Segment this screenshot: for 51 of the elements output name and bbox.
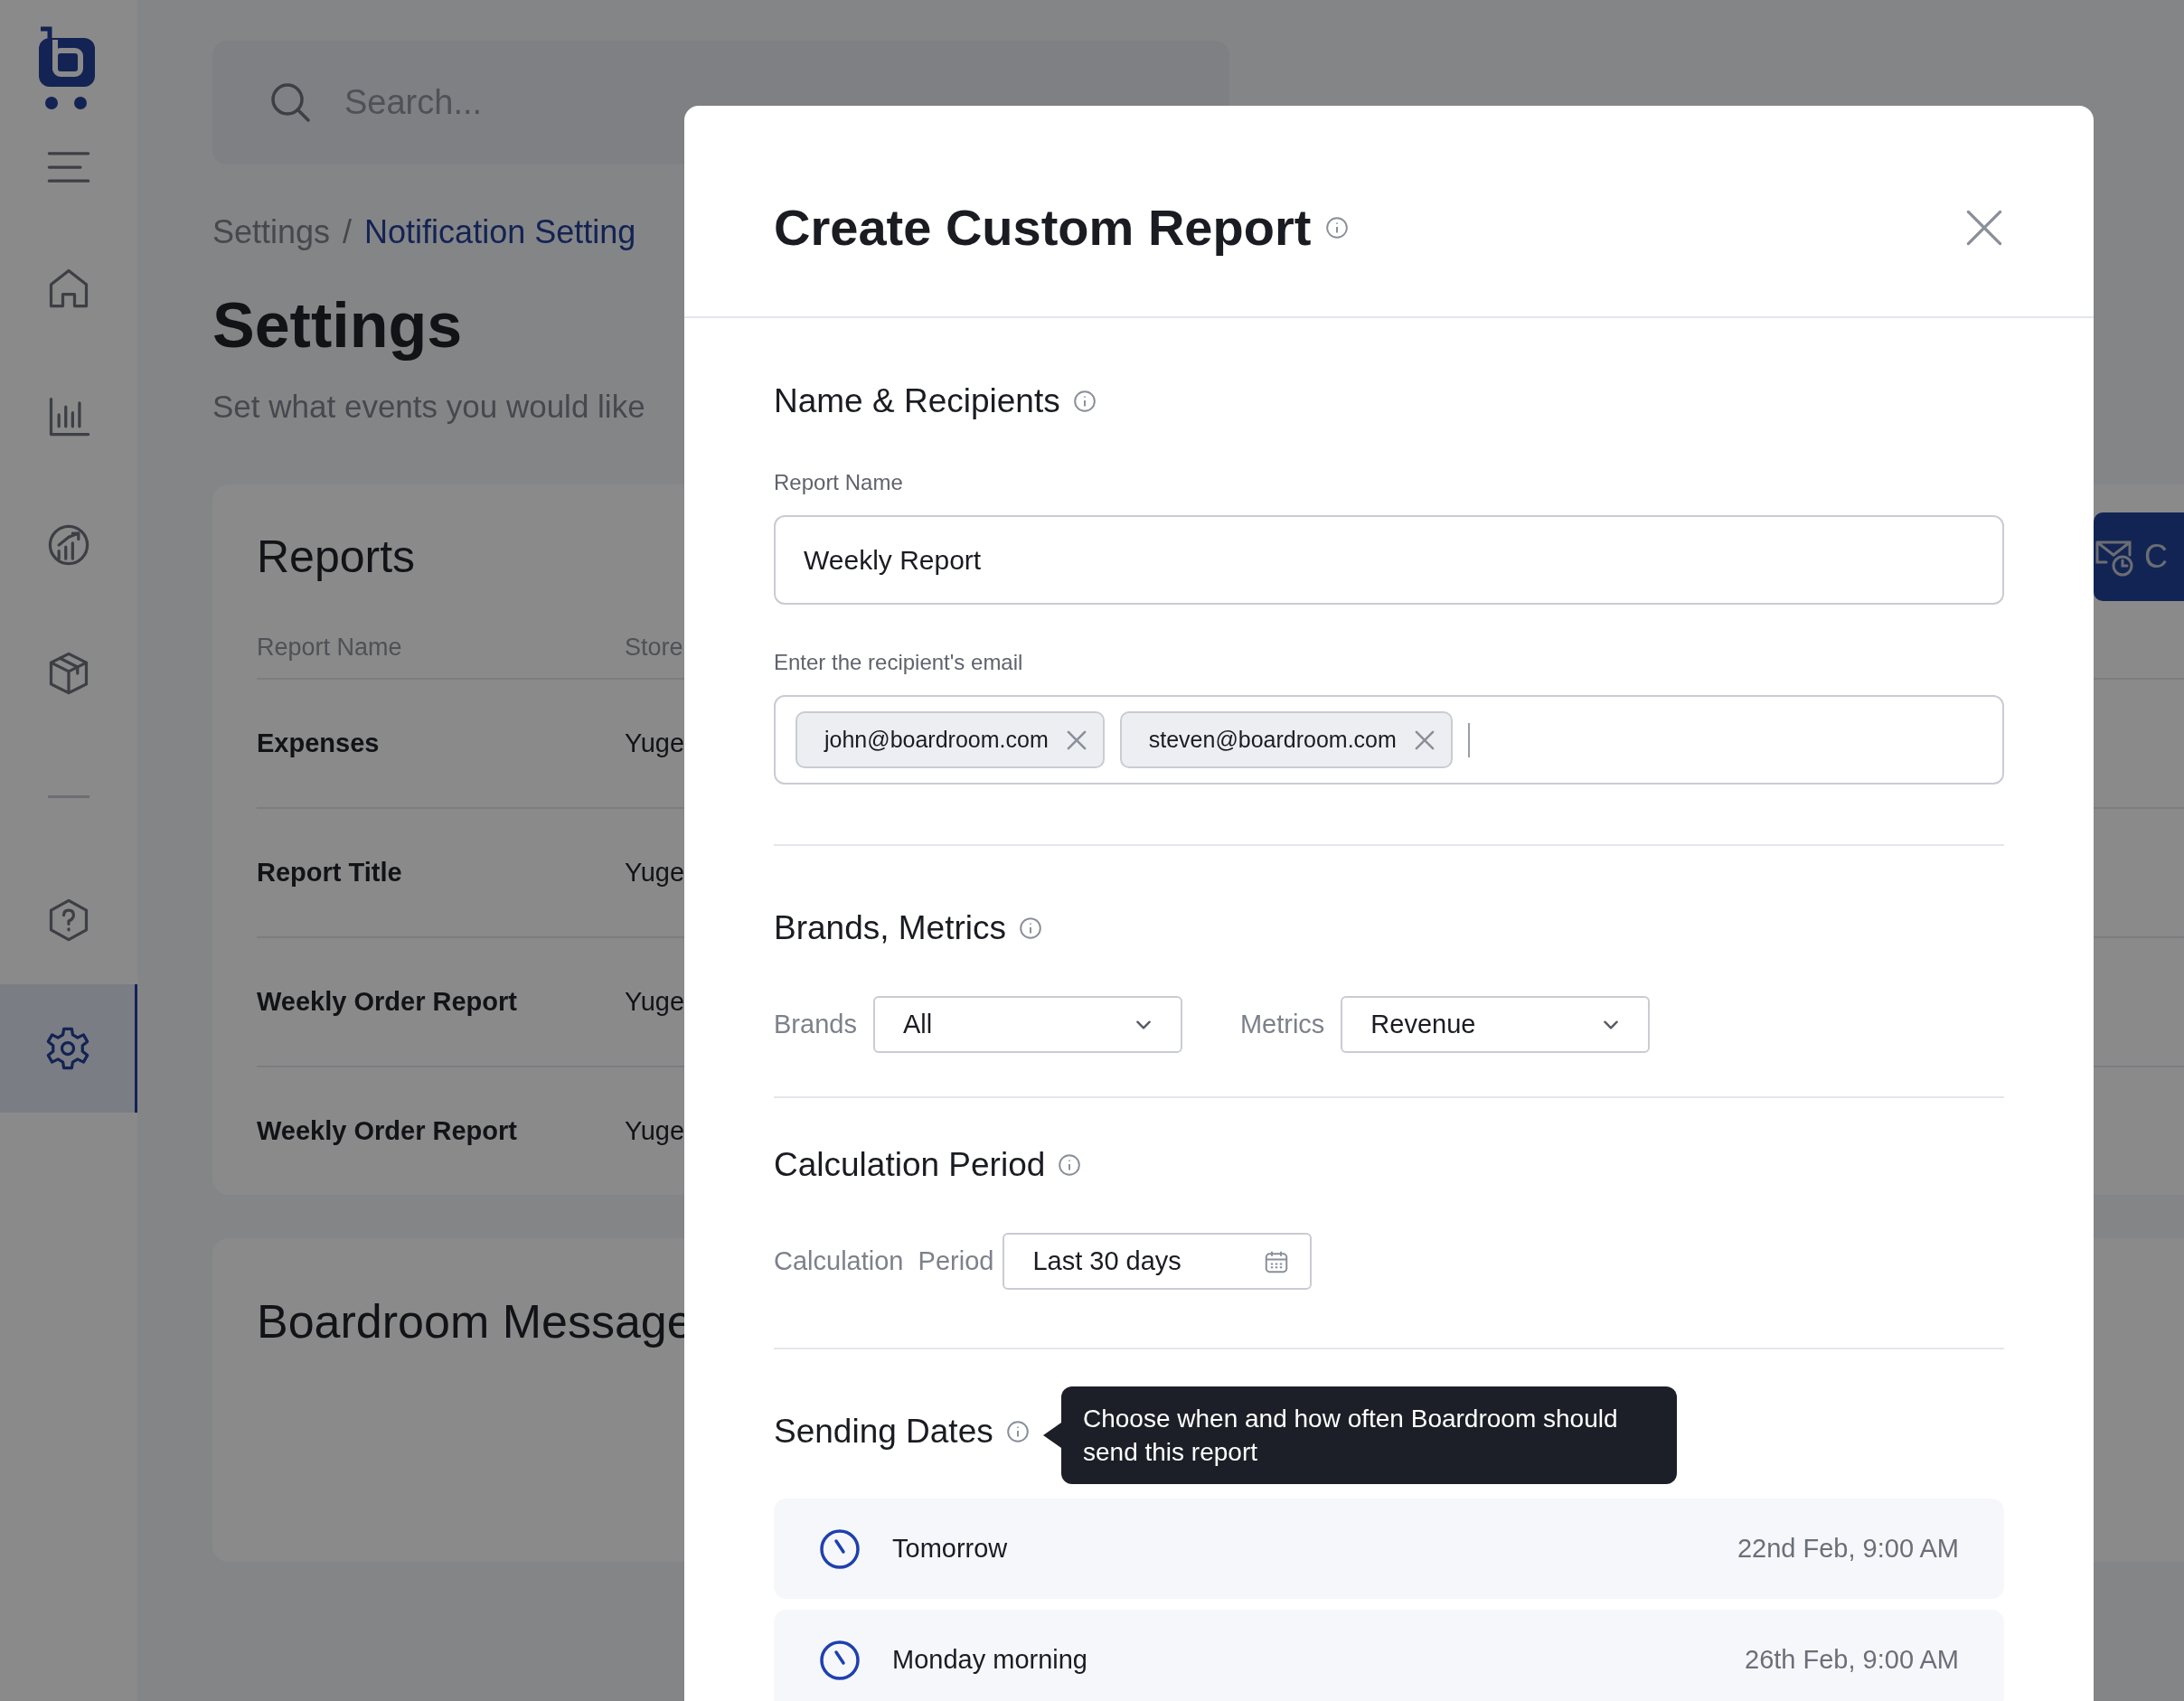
search-icon [268, 80, 312, 124]
dropdown[interactable]: Revenue [1341, 996, 1651, 1053]
section-title: Brands, Metrics [774, 909, 1006, 947]
table-cell: Yuge [625, 858, 685, 888]
clock-icon [818, 1638, 861, 1682]
text-cursor [1467, 722, 1470, 757]
info-icon[interactable] [1325, 215, 1350, 240]
schedule-date: 22nd Feb, 9:00 AM [1737, 1534, 1959, 1564]
email-chip[interactable]: steven@boardroom.com [1119, 711, 1453, 768]
table-cell-text: Weekly Order Report [257, 987, 518, 1017]
tooltip: Choose when and how often Boardroom should send this report [1043, 1386, 1677, 1484]
table-cell-text: Report Title [257, 858, 403, 888]
page-subtitle: Set what events you would like [212, 389, 645, 425]
page-title: Settings [212, 289, 463, 362]
column-header: Store [625, 634, 683, 662]
info-icon[interactable] [1005, 1420, 1030, 1443]
sidebar-item[interactable] [0, 984, 137, 1113]
info-icon[interactable] [1019, 916, 1042, 940]
modal-title: Create Custom Report [774, 198, 1312, 257]
schedule-option[interactable]: Tomorrow 22nd Feb, 9:00 AM [774, 1499, 2004, 1599]
clock-icon [818, 1527, 861, 1571]
table-cell-text: Expenses [257, 728, 381, 758]
column-header: Report Name [257, 634, 403, 662]
section-title: Sending Dates [774, 1413, 993, 1451]
field-label: Brands [774, 1010, 857, 1039]
info-icon[interactable] [1072, 390, 1097, 413]
field-label: Calculation Period [774, 1246, 994, 1276]
table-cell: Yuge [625, 728, 685, 758]
info-icon[interactable] [1058, 1153, 1082, 1177]
field-label: Report Name [774, 470, 904, 495]
breadcrumb-link[interactable]: Notification Setting [364, 213, 636, 251]
card-title: Reports [257, 531, 416, 583]
card-title: Boardroom Message [257, 1294, 693, 1349]
date-field[interactable]: Last 30 days [1003, 1233, 1313, 1290]
report-name-field[interactable]: Weekly Report [774, 515, 2004, 605]
logo-icon [37, 25, 97, 112]
table-cell: Yuge [625, 1116, 685, 1146]
schedule-date: 26th Feb, 9:00 AM [1745, 1645, 1959, 1675]
dropdown[interactable]: All [872, 996, 1182, 1053]
table-cell: Yuge [625, 987, 685, 1017]
table-cell-text: Weekly Order Report [257, 1116, 518, 1146]
email-field[interactable]: john@boardroom.com steven@boardroom.com [774, 695, 2004, 785]
schedule-label: Monday morning [892, 1645, 1087, 1675]
field-label: Enter the recipient's email [774, 650, 1024, 675]
field-label: Metrics [1239, 1010, 1325, 1039]
section-title: Name & Recipients [774, 382, 1060, 420]
schedule-label: Tomorrow [892, 1534, 1008, 1564]
email-chip[interactable]: john@boardroom.com [795, 711, 1105, 768]
schedule-option[interactable]: Monday morning 26th Feb, 9:00 AM [774, 1610, 2004, 1701]
section-title: Calculation Period [774, 1146, 1046, 1184]
breadcrumb-separator: / [343, 213, 353, 251]
